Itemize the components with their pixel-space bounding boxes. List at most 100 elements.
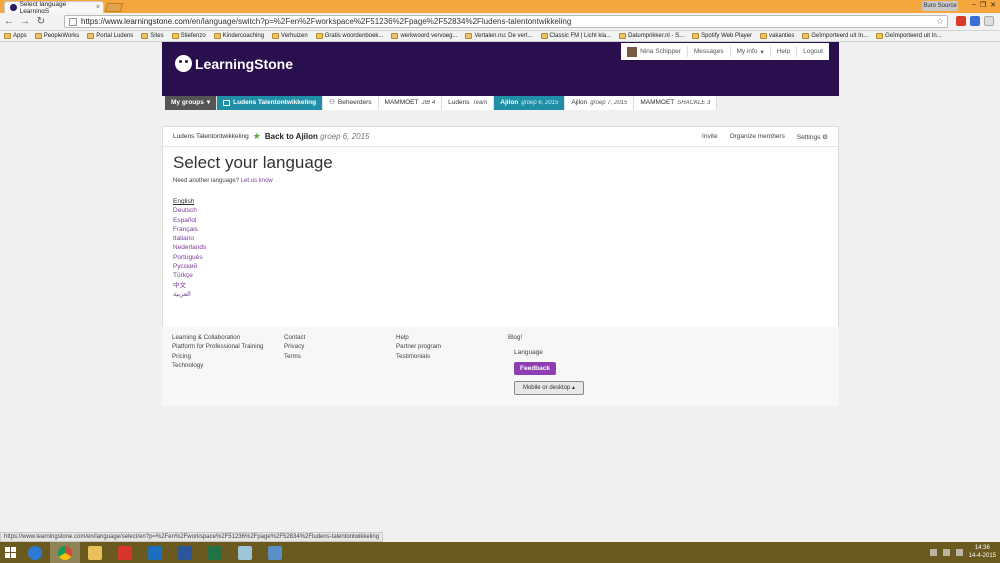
another-language-prefix: Need another language?: [173, 178, 240, 184]
bookmark-label: Geïmporteerd uit In...: [885, 33, 942, 39]
outlook-icon: [148, 545, 162, 560]
word-taskbar-button[interactable]: [170, 542, 200, 563]
nav-item-ludens-team[interactable]: Ludens Team: [442, 96, 495, 110]
bookmark-item[interactable]: Gratis woordenboek...: [315, 33, 383, 39]
address-bar[interactable]: https://www.learningstone.com/en/languag…: [64, 15, 948, 28]
help-link[interactable]: Help: [769, 46, 796, 57]
forward-arrow-icon[interactable]: →: [20, 16, 30, 27]
bookmark-item[interactable]: Datumprikker.nl - S...: [619, 33, 684, 39]
menu-icon[interactable]: [984, 16, 994, 26]
nav-item-ajilon-groep6[interactable]: Ajilon groep 6, 2015: [494, 96, 566, 110]
settings-link[interactable]: Settings ⚙: [797, 133, 828, 141]
apps-shortcut[interactable]: Apps: [4, 33, 27, 39]
nav-item-mammoet-shackle3[interactable]: MAMMOET SHACKLE 3: [634, 96, 718, 110]
bookmark-folder-icon: [619, 33, 627, 39]
invite-link[interactable]: Invite: [702, 133, 718, 141]
language-option[interactable]: Português: [173, 253, 828, 262]
bookmark-item[interactable]: PeopleWorks: [34, 33, 79, 39]
footer-link[interactable]: Partner program: [396, 342, 441, 351]
footer-link[interactable]: Testimonials: [396, 352, 441, 361]
logo-mark-icon: [175, 55, 192, 72]
footer-link[interactable]: Platform for Professional Training: [172, 342, 263, 351]
language-option[interactable]: Français: [173, 225, 828, 234]
language-option[interactable]: Nederlands: [173, 243, 828, 252]
footer-col-4: Blog!: [508, 333, 522, 342]
chrome-taskbar-button[interactable]: [50, 542, 80, 563]
breadcrumb-group-link[interactable]: Ludens Talentontwikkeling: [173, 133, 249, 140]
feedback-button[interactable]: Feedback: [514, 362, 556, 375]
back-to-group-link[interactable]: Back to Ajilon groep 6, 2015: [265, 132, 370, 141]
my-info-dropdown[interactable]: My info ▾: [729, 46, 770, 57]
new-tab-button[interactable]: [104, 3, 124, 12]
remote-taskbar-button[interactable]: [260, 542, 290, 563]
footer-link[interactable]: Pricing: [172, 352, 263, 361]
nav-item-ajilon-groep7[interactable]: Ajilon groep 7, 2015: [565, 96, 635, 110]
language-option[interactable]: 中文: [173, 281, 828, 290]
bookmark-item[interactable]: Stiefenzo: [171, 33, 206, 39]
nav-item-ludens-talentontwikkeling[interactable]: Ludens Talentontwikkeling: [217, 96, 324, 110]
footer-link[interactable]: Contact: [284, 333, 305, 342]
nav-item-beheerders[interactable]: ⚇ Beheerders: [323, 96, 379, 110]
bookmark-item[interactable]: vakanties: [760, 33, 794, 39]
bookmark-item[interactable]: Verhuizen: [272, 33, 308, 39]
nav-item-mammoet-jib4[interactable]: MAMMOET JIB 4: [378, 96, 443, 110]
logout-link[interactable]: Logout: [796, 46, 829, 57]
mobile-desktop-button[interactable]: Mobile or desktop ▴: [514, 381, 584, 395]
bookmark-star-icon[interactable]: ☆: [936, 16, 944, 27]
user-profile-link[interactable]: Nina Schipper: [621, 46, 687, 57]
footer-link[interactable]: Terms: [284, 352, 305, 361]
footer-link[interactable]: Blog!: [508, 333, 522, 342]
language-option[interactable]: Türkçe: [173, 271, 828, 280]
let-us-know-link[interactable]: Let us know: [241, 178, 273, 184]
bookmark-item[interactable]: Portal Ludens: [87, 33, 133, 39]
back-arrow-icon[interactable]: ←: [4, 16, 14, 27]
browser-user-chip[interactable]: Buro Source: [922, 1, 958, 11]
outlook-taskbar-button[interactable]: [140, 542, 170, 563]
volume-icon[interactable]: [955, 549, 963, 556]
language-option[interactable]: English: [173, 197, 828, 206]
reload-icon[interactable]: ↻: [36, 16, 46, 27]
language-option[interactable]: العربية: [173, 290, 828, 299]
bookmark-item[interactable]: werkwoord vervoeg...: [391, 33, 457, 39]
tab-close-icon[interactable]: ×: [96, 4, 100, 11]
ie-taskbar-button[interactable]: [20, 542, 50, 563]
minimize-icon[interactable]: –: [972, 1, 976, 9]
gmail-icon[interactable]: [956, 16, 966, 26]
explorer-taskbar-button[interactable]: [80, 542, 110, 563]
start-button[interactable]: [0, 542, 20, 563]
nav-item-sublabel: groep 7, 2015: [590, 100, 628, 106]
messages-link[interactable]: Messages: [686, 46, 730, 57]
site-footer: Learning & Collaboration Platform for Pro…: [162, 327, 839, 406]
footer-link[interactable]: Learning & Collaboration: [172, 333, 263, 342]
excel-taskbar-button[interactable]: [200, 542, 230, 563]
language-option[interactable]: Русский: [173, 262, 828, 271]
extension-icon[interactable]: [970, 16, 980, 26]
browser-tab-active[interactable]: Select language LearningS ×: [4, 1, 104, 15]
close-window-icon[interactable]: ✕: [990, 1, 996, 9]
language-option[interactable]: Italiano: [173, 234, 828, 243]
bookmark-item[interactable]: Vertalen.nu: De vert...: [465, 33, 533, 39]
nav-item-label: MAMMOET: [640, 99, 675, 106]
clock[interactable]: 14:36 14-4-2015: [969, 545, 996, 560]
page-title: Select your language: [173, 153, 333, 172]
footer-link[interactable]: Help: [396, 333, 441, 342]
bookmark-item[interactable]: Geïmporteerd uit In...: [876, 33, 942, 39]
footer-link[interactable]: Technology: [172, 361, 263, 370]
footer-link[interactable]: Privacy: [284, 342, 305, 351]
language-option[interactable]: Español: [173, 216, 828, 225]
bookmark-item[interactable]: Spotify Web Player: [692, 33, 752, 39]
restore-icon[interactable]: ❐: [980, 1, 986, 9]
bookmark-item[interactable]: Classic FM | Licht kla...: [540, 33, 611, 39]
network-icon[interactable]: [942, 549, 950, 556]
notes-taskbar-button[interactable]: [230, 542, 260, 563]
organize-members-link[interactable]: Organize members: [730, 133, 785, 141]
bookmark-item[interactable]: Kindercoaching: [213, 33, 264, 39]
tray-arrow-icon[interactable]: [929, 549, 937, 556]
apps-grid-icon: [4, 33, 11, 39]
wps-taskbar-button[interactable]: [110, 542, 140, 563]
site-logo[interactable]: LearningStone: [175, 55, 293, 72]
bookmark-item[interactable]: Sites: [141, 33, 164, 39]
my-groups-dropdown[interactable]: My groups ▾: [165, 96, 218, 110]
bookmark-item[interactable]: Geïmporteerd uit In...: [802, 33, 868, 39]
language-option[interactable]: Deutsch: [173, 206, 828, 215]
